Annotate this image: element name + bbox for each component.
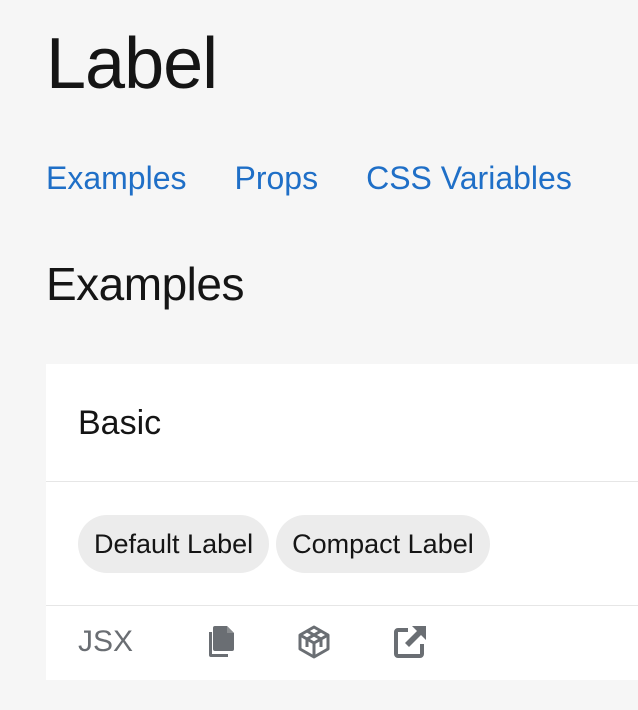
- label-row: Default Label Compact Label: [78, 515, 490, 573]
- example-header: Basic: [46, 364, 638, 482]
- jump-links: Examples Props CSS Variables: [46, 158, 572, 198]
- example-card: Basic Default Label Compact Label JSX: [46, 364, 638, 680]
- default-label: Default Label: [78, 515, 270, 573]
- codesandbox-icon[interactable]: [296, 624, 332, 660]
- example-toolbar: JSX: [46, 606, 638, 680]
- page: Label Examples Props CSS Variables Examp…: [0, 0, 638, 710]
- jsx-toggle-button[interactable]: JSX: [78, 622, 133, 662]
- section-title: Examples: [46, 258, 244, 310]
- compact-label: Compact Label: [276, 515, 490, 573]
- copy-icon[interactable]: [202, 624, 238, 660]
- example-preview: Default Label Compact Label: [46, 482, 638, 606]
- external-link-icon[interactable]: [392, 624, 428, 660]
- jump-link-props[interactable]: Props: [235, 158, 319, 198]
- jump-link-examples[interactable]: Examples: [46, 158, 187, 198]
- page-title: Label: [46, 24, 218, 104]
- jump-link-css-variables[interactable]: CSS Variables: [366, 158, 572, 198]
- example-title: Basic: [78, 404, 162, 442]
